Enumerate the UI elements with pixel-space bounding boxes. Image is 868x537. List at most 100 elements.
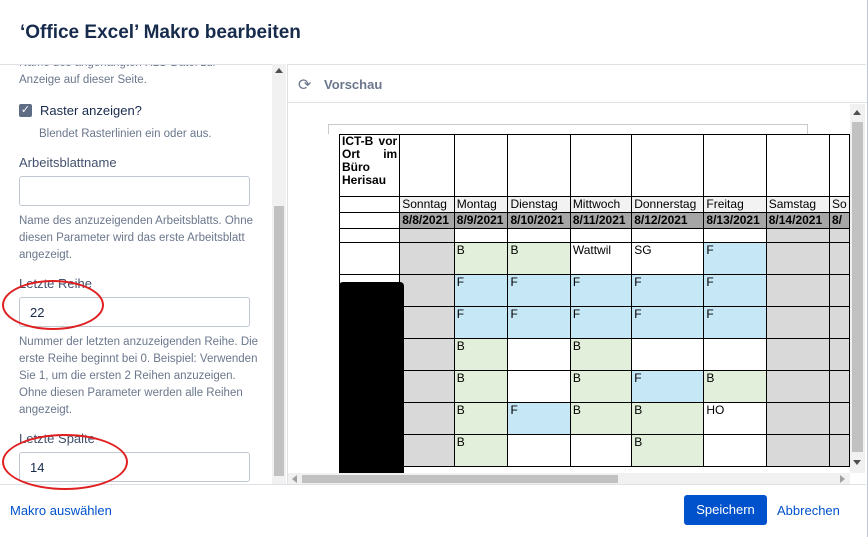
schedule-cell: F: [453, 274, 509, 307]
date-cell: 8/9/2021: [453, 212, 509, 229]
dialog-footer: Makro auswählen Speichern Abbrechen: [0, 484, 866, 537]
save-button[interactable]: Speichern: [684, 495, 767, 525]
sheet-cell: [338, 228, 401, 243]
sheetname-input[interactable]: [19, 176, 250, 206]
select-macro-link[interactable]: Makro auswählen: [10, 503, 112, 518]
table-row: BB: [338, 338, 850, 371]
date-cell: 8/14/2021: [765, 212, 830, 229]
schedule-cell: [828, 370, 850, 403]
schedule-cell: [765, 434, 830, 467]
date-cell: 8/10/2021: [507, 212, 571, 229]
parameter-panel: Name des angehängten XLS-Datei zur Anzei…: [0, 64, 286, 484]
sheet-cell: [338, 212, 401, 229]
schedule-cell: [399, 370, 455, 403]
table-row: BBFB: [338, 370, 850, 403]
table-row: FFFFF: [338, 306, 850, 339]
schedule-cell: B: [453, 434, 509, 467]
schedule-cell: Wattwil: [569, 242, 633, 275]
scroll-up-arrow-icon[interactable]: [853, 110, 861, 115]
spreadsheet-table: ICT-B vor Ort im Büro Herisau Sonntag Mont…: [338, 134, 850, 467]
schedule-cell: F: [703, 306, 767, 339]
dialog-title: ‘Office Excel’ Makro bearbeiten: [20, 22, 301, 43]
spacer-row: [338, 228, 850, 243]
schedule-cell: B: [569, 338, 633, 371]
raster-checkbox-row[interactable]: ✓ Raster anzeigen?: [19, 101, 259, 119]
sheet-cell: [703, 228, 767, 243]
raster-help-text: Blendet Rasterlinien ein oder aus.: [39, 128, 212, 140]
schedule-cell: F: [507, 402, 571, 435]
schedule-cell: [399, 274, 455, 307]
cancel-button[interactable]: Abbrechen: [777, 503, 840, 518]
table-row: FFFFF: [338, 274, 850, 307]
raster-checkbox[interactable]: ✓: [19, 103, 32, 117]
parameter-panel-scrollbar[interactable]: [272, 64, 286, 484]
refresh-icon[interactable]: ⟳: [298, 75, 311, 95]
table-row: BB: [338, 434, 850, 467]
schedule-cell: [828, 306, 850, 339]
scrollbar-thumb[interactable]: [302, 475, 618, 483]
schedule-cell: [399, 402, 455, 435]
sheet-cell: [631, 134, 705, 197]
scroll-right-arrow-icon[interactable]: [840, 475, 845, 483]
schedule-cell: F: [631, 306, 705, 339]
sheet-cell: [631, 228, 705, 243]
preview-panel: ⟳ Vorschau ICT-B vor Ort im Büro Herisau…: [287, 64, 867, 485]
sheet-cell: [453, 228, 509, 243]
schedule-cell: [507, 370, 571, 403]
sheetname-label: Arbeitsblattname: [19, 155, 117, 170]
schedule-cell: [399, 306, 455, 339]
sheet-cell: [765, 134, 830, 197]
sheet-cell: [507, 228, 571, 243]
schedule-cell: B: [507, 242, 571, 275]
scrollbar-thumb[interactable]: [274, 206, 284, 476]
sheet-cell: [828, 228, 850, 243]
scroll-down-arrow-icon[interactable]: [853, 460, 861, 465]
table-row: B F B B HO: [338, 402, 850, 435]
schedule-cell: SG: [631, 242, 705, 275]
preview-vertical-scrollbar[interactable]: [850, 104, 865, 473]
date-cell: 8/8/2021: [399, 212, 455, 229]
sheetname-help-text: Name des anzuzeigenden Arbeitsblatts. Oh…: [19, 215, 253, 261]
schedule-cell: B: [453, 370, 509, 403]
sheet-frame: [328, 124, 808, 134]
scrollbar-thumb[interactable]: [852, 122, 863, 452]
preview-header: ⟳ Vorschau: [288, 65, 867, 103]
schedule-cell: F: [569, 306, 633, 339]
schedule-cell: [399, 434, 455, 467]
schedule-cell: B: [453, 242, 509, 275]
schedule-cell: [828, 338, 850, 371]
schedule-cell: [765, 274, 830, 307]
days-row: Sonntag Montag Dienstag Mittwoch Donnerstag F…: [338, 196, 850, 213]
redacted-block: [339, 282, 404, 473]
sheet-header-row: ICT-B vor Ort im Büro Herisau: [338, 134, 850, 197]
day-cell: Freitag: [703, 196, 767, 213]
title-cell: ICT-B vor Ort im Büro Herisau: [338, 134, 401, 197]
sheet-cell: [828, 134, 850, 197]
schedule-cell: B: [453, 338, 509, 371]
schedule-cell: [765, 306, 830, 339]
schedule-cell: B: [631, 402, 705, 435]
preview-title: Vorschau: [324, 77, 383, 92]
annotation-circle: [2, 280, 104, 330]
schedule-cell: [828, 274, 850, 307]
schedule-cell: [765, 370, 830, 403]
table-row: B B Wattwil SG F: [338, 242, 850, 275]
schedule-cell: F: [631, 370, 705, 403]
sheet-cell: [703, 134, 767, 197]
schedule-cell: [703, 434, 767, 467]
raster-label: Raster anzeigen?: [40, 102, 142, 118]
dates-row: 8/8/2021 8/9/2021 8/10/2021 8/11/2021 8/12/2…: [338, 212, 850, 229]
scroll-left-arrow-icon[interactable]: [292, 475, 297, 483]
sheet-cell: [507, 134, 571, 197]
schedule-cell: B: [569, 370, 633, 403]
schedule-cell: [828, 242, 850, 275]
sheet-cell: [338, 196, 401, 213]
schedule-cell: F: [631, 274, 705, 307]
schedule-cell: F: [703, 242, 767, 275]
sheet-cell: [569, 228, 633, 243]
schedule-cell: B: [631, 434, 705, 467]
day-cell: Sonntag: [399, 196, 455, 213]
scroll-up-arrow-icon[interactable]: [275, 68, 283, 73]
date-cell: 8/13/2021: [703, 212, 767, 229]
day-cell: Samstag: [765, 196, 830, 213]
